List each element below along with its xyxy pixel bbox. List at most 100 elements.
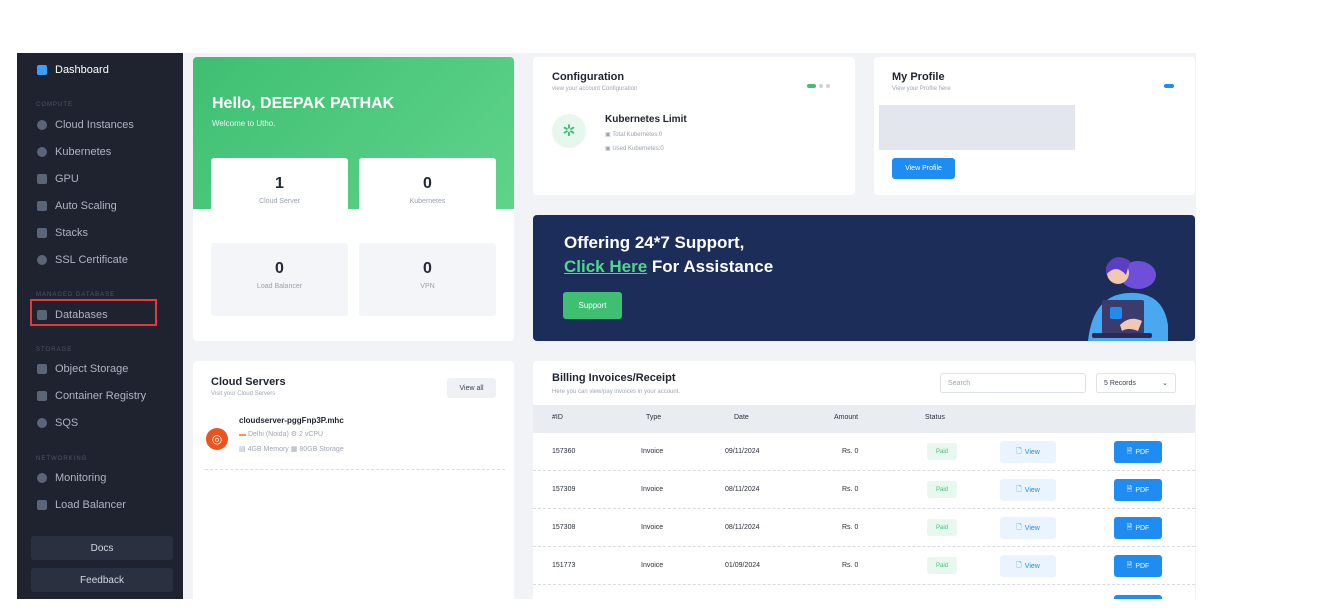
support-line-2: Click Here For Assistance [564,257,773,277]
pdf-icon: 🗎 [1126,523,1133,531]
column-header: #ID [552,414,563,421]
support-banner: Offering 24*7 Support, Click Here For As… [533,215,1195,341]
column-header: Status [925,414,945,421]
sidebar-item-label: Auto Scaling [55,200,117,212]
sidebar-item-label: Object Storage [55,363,129,375]
feedback-button[interactable]: Feedback [31,568,173,592]
configuration-card: Configuration view your account Configur… [533,57,855,195]
sidebar-item-sqs[interactable]: SQS [17,411,183,435]
profile-card: My Profile View your Profile here View P… [874,57,1195,195]
stat-kubernetes[interactable]: 0 Kubernetes [359,158,496,231]
welcome-card: Hello, DEEPAK PATHAK Welcome to Utho. 1 … [193,57,514,341]
billing-title: Billing Invoices/Receipt [552,372,676,384]
billing-subtitle: Here you can view/pay invoices in your a… [552,389,681,395]
billing-search-input[interactable]: Search [940,373,1086,393]
sidebar-item-label: Dashboard [55,64,109,76]
table-row-partial [533,585,1195,599]
welcome-subtitle: Welcome to Utho. [212,119,276,128]
stat-cloud-server[interactable]: 1 Cloud Server [211,158,348,231]
kubernetes-limit-title: Kubernetes Limit [605,114,687,125]
kubernetes-total-text: Total Kubernetes:0 [612,132,663,138]
view-invoice-button[interactable]: 🗋 View [1000,441,1056,463]
table-row: 151773 Invoice 01/09/2024 Rs. 0 Paid 🗋 Vi… [533,547,1195,585]
support-illustration [1088,257,1168,341]
view-label: View [1024,562,1040,570]
monitoring-icon [37,473,47,483]
click-here-link[interactable]: Click Here [564,257,647,276]
container-registry-icon [37,391,47,401]
carousel-dots[interactable] [807,84,830,88]
section-networking: NETWORKING [36,456,88,462]
invoice-id: 157360 [552,448,576,455]
sidebar-item-label: Monitoring [55,472,107,484]
stacks-icon [37,228,47,238]
sidebar-item-auto-scaling[interactable]: Auto Scaling [17,194,183,218]
kubernetes-icon [37,147,47,157]
app-window: Dashboard COMPUTE Cloud Instances Kubern… [17,53,1196,599]
sidebar-item-container-registry[interactable]: Container Registry [17,384,183,408]
invoice-id: 157309 [552,486,576,493]
carousel-dot[interactable] [826,84,830,88]
sidebar-item-gpu[interactable]: GPU [17,167,183,191]
server-divider [205,469,505,470]
sidebar-item-cloud-instances[interactable]: Cloud Instances [17,113,183,137]
cloud-servers-subtitle: Visit your Cloud Servers [211,391,276,397]
pdf-icon: 🗎 [1126,485,1133,493]
sidebar-item-label: Kubernetes [55,146,112,158]
view-invoice-button[interactable]: 🗋 View [1000,555,1056,577]
invoice-amount: Rs. 0 [842,524,859,531]
ubuntu-icon: ◎ [206,428,228,450]
sidebar-item-stacks[interactable]: Stacks [17,221,183,245]
support-button[interactable]: Support [563,292,622,319]
view-invoice-button[interactable]: 🗋 View [1000,479,1056,501]
file-icon: 🗋 [1016,485,1022,493]
sidebar-item-dashboard[interactable]: Dashboard [17,58,183,82]
view-all-button[interactable]: View all [447,378,496,398]
server-name[interactable]: cloudserver-pggFnp3P.mhc [239,416,344,425]
sidebar-item-label: Stacks [55,227,89,239]
records-select-value: 5 Records [1104,379,1136,387]
stat-value: 1 [275,175,284,192]
carousel-dot[interactable] [819,84,823,88]
view-label: View [1024,524,1040,532]
cpu-icon: ⚙ [290,431,298,438]
sidebar-item-object-storage[interactable]: Object Storage [17,357,183,381]
stat-vpn[interactable]: 0 VPN [359,243,496,316]
pdf-icon: 🗎 [1126,561,1133,569]
profile-subtitle: View your Profile here [892,86,951,92]
status-badge: Paid [927,557,957,574]
databases-highlight-box [30,299,157,326]
docs-button[interactable]: Docs [31,536,173,560]
pdf-download-button[interactable]: 🗎 PDF [1114,479,1162,501]
pdf-download-button[interactable]: 🗎 PDF [1114,555,1162,577]
carousel-dot[interactable] [807,84,816,88]
sidebar-item-label: Cloud Instances [55,119,134,131]
sidebar-item-label: GPU [55,173,79,185]
sidebar-item-monitoring[interactable]: Monitoring [17,466,183,490]
object-storage-icon [37,364,47,374]
carousel-indicator[interactable] [1164,84,1174,88]
status-badge: Paid [927,481,957,498]
pdf-download-button[interactable]: 🗎 PDF [1114,441,1162,463]
sidebar-item-kubernetes[interactable]: Kubernetes [17,140,183,164]
pdf-download-button[interactable]: 🗎 PDF [1114,517,1162,539]
invoice-date: 08/11/2024 [725,486,760,493]
stat-value: 0 [423,175,432,192]
table-row: 157309 Invoice 08/11/2024 Rs. 0 Paid 🗋 Vi… [533,471,1195,509]
cloud-icon [37,120,47,130]
support-line-2-rest: For Assistance [647,257,774,276]
stat-label: Cloud Server [259,198,300,205]
view-profile-button[interactable]: View Profile [892,158,955,179]
pdf-download-button[interactable] [1114,595,1162,599]
invoice-type: Invoice [641,486,664,493]
sidebar: Dashboard COMPUTE Cloud Instances Kubern… [17,53,183,599]
stat-load-balancer[interactable]: 0 Load Balancer [211,243,348,316]
sidebar-item-load-balancer[interactable]: Load Balancer [17,493,183,517]
kubernetes-total: ▣ Total Kubernetes:0 [605,132,663,138]
configuration-title: Configuration [552,71,625,83]
view-invoice-button[interactable]: 🗋 View [1000,517,1056,539]
sidebar-item-ssl-certificate[interactable]: SSL Certificate [17,248,183,272]
server-cpu: 2 vCPU [299,431,324,438]
server-location: Delhi (Noida) [247,431,289,438]
records-select[interactable]: 5 Records ⌄ [1096,373,1176,393]
